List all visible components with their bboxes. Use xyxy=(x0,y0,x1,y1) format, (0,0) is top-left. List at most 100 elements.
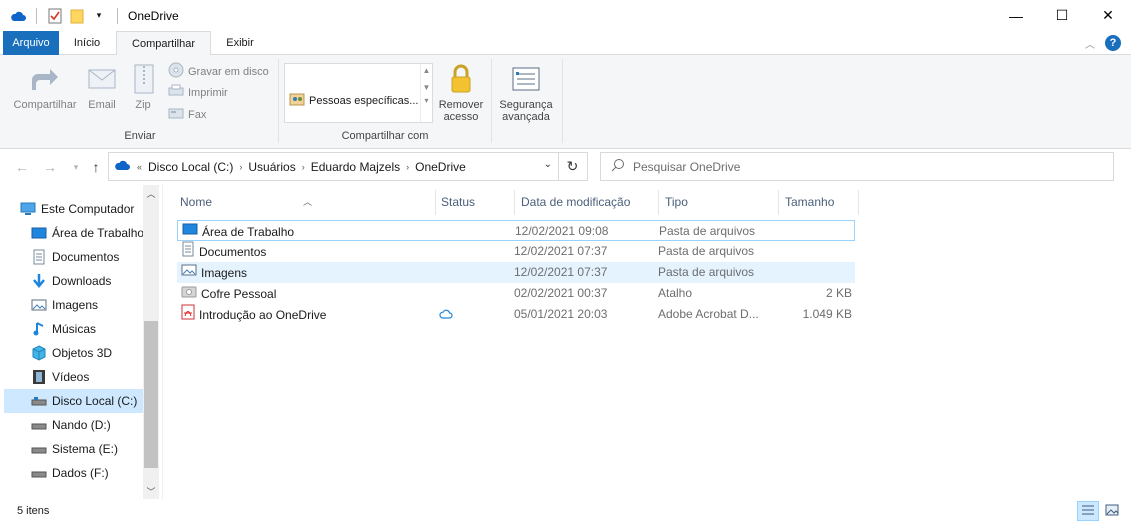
tree-item-3d-objects[interactable]: Objetos 3D xyxy=(31,341,143,365)
share-arrow-icon xyxy=(29,63,61,95)
file-modified: 12/02/2021 09:08 xyxy=(515,224,609,238)
file-size: 2 KB xyxy=(825,286,852,300)
tree-item-this-pc[interactable]: Este Computador xyxy=(20,197,143,221)
gallery-item-specific-people[interactable]: Pessoas específicas... xyxy=(289,92,418,109)
tab-view[interactable]: Exibir xyxy=(218,31,262,55)
chevron-right-icon[interactable]: › xyxy=(302,162,305,172)
details-view-button[interactable] xyxy=(1077,501,1099,521)
file-name: Área de Trabalho xyxy=(202,224,295,239)
file-row[interactable]: Introdução ao OneDrive 05/01/2021 20:03 … xyxy=(177,304,855,325)
large-icons-view-button[interactable] xyxy=(1101,501,1123,521)
share-button-label: Compartilhar xyxy=(13,99,77,111)
remove-access-label-2: acesso xyxy=(443,111,479,123)
maximize-button[interactable]: ☐ xyxy=(1039,0,1085,31)
view-switcher xyxy=(1077,501,1123,521)
share-button[interactable]: Compartilhar xyxy=(8,63,82,111)
close-button[interactable]: ✕ xyxy=(1085,0,1131,31)
column-header-name[interactable]: Nome ︿ xyxy=(173,190,437,215)
tab-share[interactable]: Compartilhar xyxy=(116,31,211,56)
file-name: Cofre Pessoal xyxy=(201,286,277,301)
tree-item-downloads[interactable]: Downloads xyxy=(31,269,143,293)
column-header-type[interactable]: Tipo xyxy=(658,190,778,215)
help-icon[interactable]: ? xyxy=(1105,35,1121,51)
chevron-down-icon[interactable]: ⌄ xyxy=(544,159,552,170)
fax-label: Fax xyxy=(188,108,207,121)
pane-divider[interactable] xyxy=(162,185,163,499)
scroll-down-arrow-icon[interactable]: ﹀ xyxy=(143,485,159,498)
back-button[interactable]: ← xyxy=(12,158,32,176)
file-modified: 02/02/2021 00:37 xyxy=(514,286,608,300)
group-label-share-with: Compartilhar com xyxy=(341,130,429,142)
chevron-right-icon[interactable]: › xyxy=(239,162,242,172)
column-divider[interactable] xyxy=(858,190,859,215)
column-header-status[interactable]: Status xyxy=(434,190,514,215)
tree-item-drive-d[interactable]: Nando (D:) xyxy=(31,413,143,437)
zip-button-label: Zip xyxy=(135,99,151,111)
tab-home[interactable]: Início xyxy=(64,31,110,55)
breadcrumb-overflow[interactable]: « xyxy=(137,162,142,172)
tree-item-local-disk-c[interactable]: Disco Local (C:) xyxy=(4,389,143,413)
share-with-gallery[interactable]: Pessoas específicas... ▲ ▼ ▾ xyxy=(284,63,433,123)
remove-access-button[interactable]: Remover acesso xyxy=(437,63,485,123)
new-folder-icon[interactable] xyxy=(69,8,85,24)
recent-locations-button[interactable]: ▾ xyxy=(66,158,86,176)
fax-button[interactable]: Fax xyxy=(168,106,206,123)
drive-icon xyxy=(31,441,47,457)
properties-icon[interactable] xyxy=(47,8,63,24)
padlock-icon xyxy=(445,63,477,95)
tree-item-music[interactable]: Músicas xyxy=(31,317,143,341)
file-modified: 05/01/2021 20:03 xyxy=(514,307,608,321)
tree-item-desktop[interactable]: Área de Trabalho xyxy=(31,221,143,245)
tree-item-pictures[interactable]: Imagens xyxy=(31,293,143,317)
breadcrumb-onedrive[interactable]: OneDrive xyxy=(415,160,466,174)
burn-disc-button[interactable]: Gravar em disco xyxy=(168,62,269,81)
downloads-icon xyxy=(31,273,47,289)
item-count: 5 itens xyxy=(17,505,50,517)
search-box[interactable]: Pesquisar OneDrive xyxy=(600,152,1114,181)
pictures-folder-icon xyxy=(181,263,197,283)
file-row[interactable]: Imagens 12/02/2021 07:37 Pasta de arquiv… xyxy=(177,262,855,283)
email-button[interactable]: Email xyxy=(86,63,118,111)
status-bar: 5 itens xyxy=(0,499,1131,532)
chevron-right-icon[interactable]: › xyxy=(406,162,409,172)
printer-icon xyxy=(168,84,184,101)
column-header-modified[interactable]: Data de modificação xyxy=(514,190,658,215)
print-button[interactable]: Imprimir xyxy=(168,84,228,101)
tab-file[interactable]: Arquivo xyxy=(3,31,59,55)
print-label: Imprimir xyxy=(188,86,228,99)
file-row[interactable]: Documentos 12/02/2021 07:37 Pasta de arq… xyxy=(177,241,855,262)
collapse-ribbon-icon[interactable]: ︿ xyxy=(1085,36,1095,51)
advanced-security-button[interactable]: Segurança avançada xyxy=(496,63,556,123)
file-name: Introdução ao OneDrive xyxy=(199,307,327,322)
address-bar[interactable]: « Disco Local (C:) › Usuários › Eduardo … xyxy=(108,152,559,181)
minimize-button[interactable]: — xyxy=(993,0,1039,31)
disc-icon xyxy=(168,62,184,81)
file-size xyxy=(732,241,852,262)
breadcrumb-disco-local[interactable]: Disco Local (C:) xyxy=(148,160,233,174)
forward-button[interactable]: → xyxy=(40,158,60,176)
tree-item-documents[interactable]: Documentos xyxy=(31,245,143,269)
file-type: Atalho xyxy=(658,286,693,300)
file-row[interactable]: Cofre Pessoal 02/02/2021 00:37 Atalho 2 … xyxy=(177,283,855,304)
file-row[interactable]: Área de Trabalho 12/02/2021 09:08 Pasta … xyxy=(177,220,855,241)
up-button[interactable]: ↑ xyxy=(86,158,106,176)
gallery-scroll[interactable]: ▲ ▼ ▾ xyxy=(420,64,432,122)
breadcrumb-user[interactable]: Eduardo Majzels xyxy=(311,160,400,174)
scrollbar-thumb[interactable] xyxy=(144,321,158,468)
burn-disc-label: Gravar em disco xyxy=(188,65,269,78)
tree-item-videos[interactable]: Vídeos xyxy=(31,365,143,389)
search-placeholder: Pesquisar OneDrive xyxy=(633,159,741,174)
computer-icon xyxy=(20,201,36,217)
tree-item-drive-f[interactable]: Dados (F:) xyxy=(31,461,143,485)
breadcrumb-usuarios[interactable]: Usuários xyxy=(248,160,295,174)
refresh-button[interactable]: ↻ xyxy=(558,152,588,181)
scroll-up-arrow-icon[interactable]: ︿ xyxy=(143,187,159,200)
nav-pane-scrollbar[interactable]: ︿ ﹀ xyxy=(143,185,159,499)
sort-ascending-icon: ︿ xyxy=(303,197,313,207)
ribbon-share-panel: Compartilhar Email Zip Gravar em disco I… xyxy=(0,55,1131,149)
tree-item-drive-e[interactable]: Sistema (E:) xyxy=(31,437,143,461)
customize-toolbar-icon[interactable]: ▾ xyxy=(91,8,107,24)
desktop-icon xyxy=(31,225,47,241)
column-header-size[interactable]: Tamanho xyxy=(778,190,858,215)
zip-button[interactable]: Zip xyxy=(128,63,158,111)
